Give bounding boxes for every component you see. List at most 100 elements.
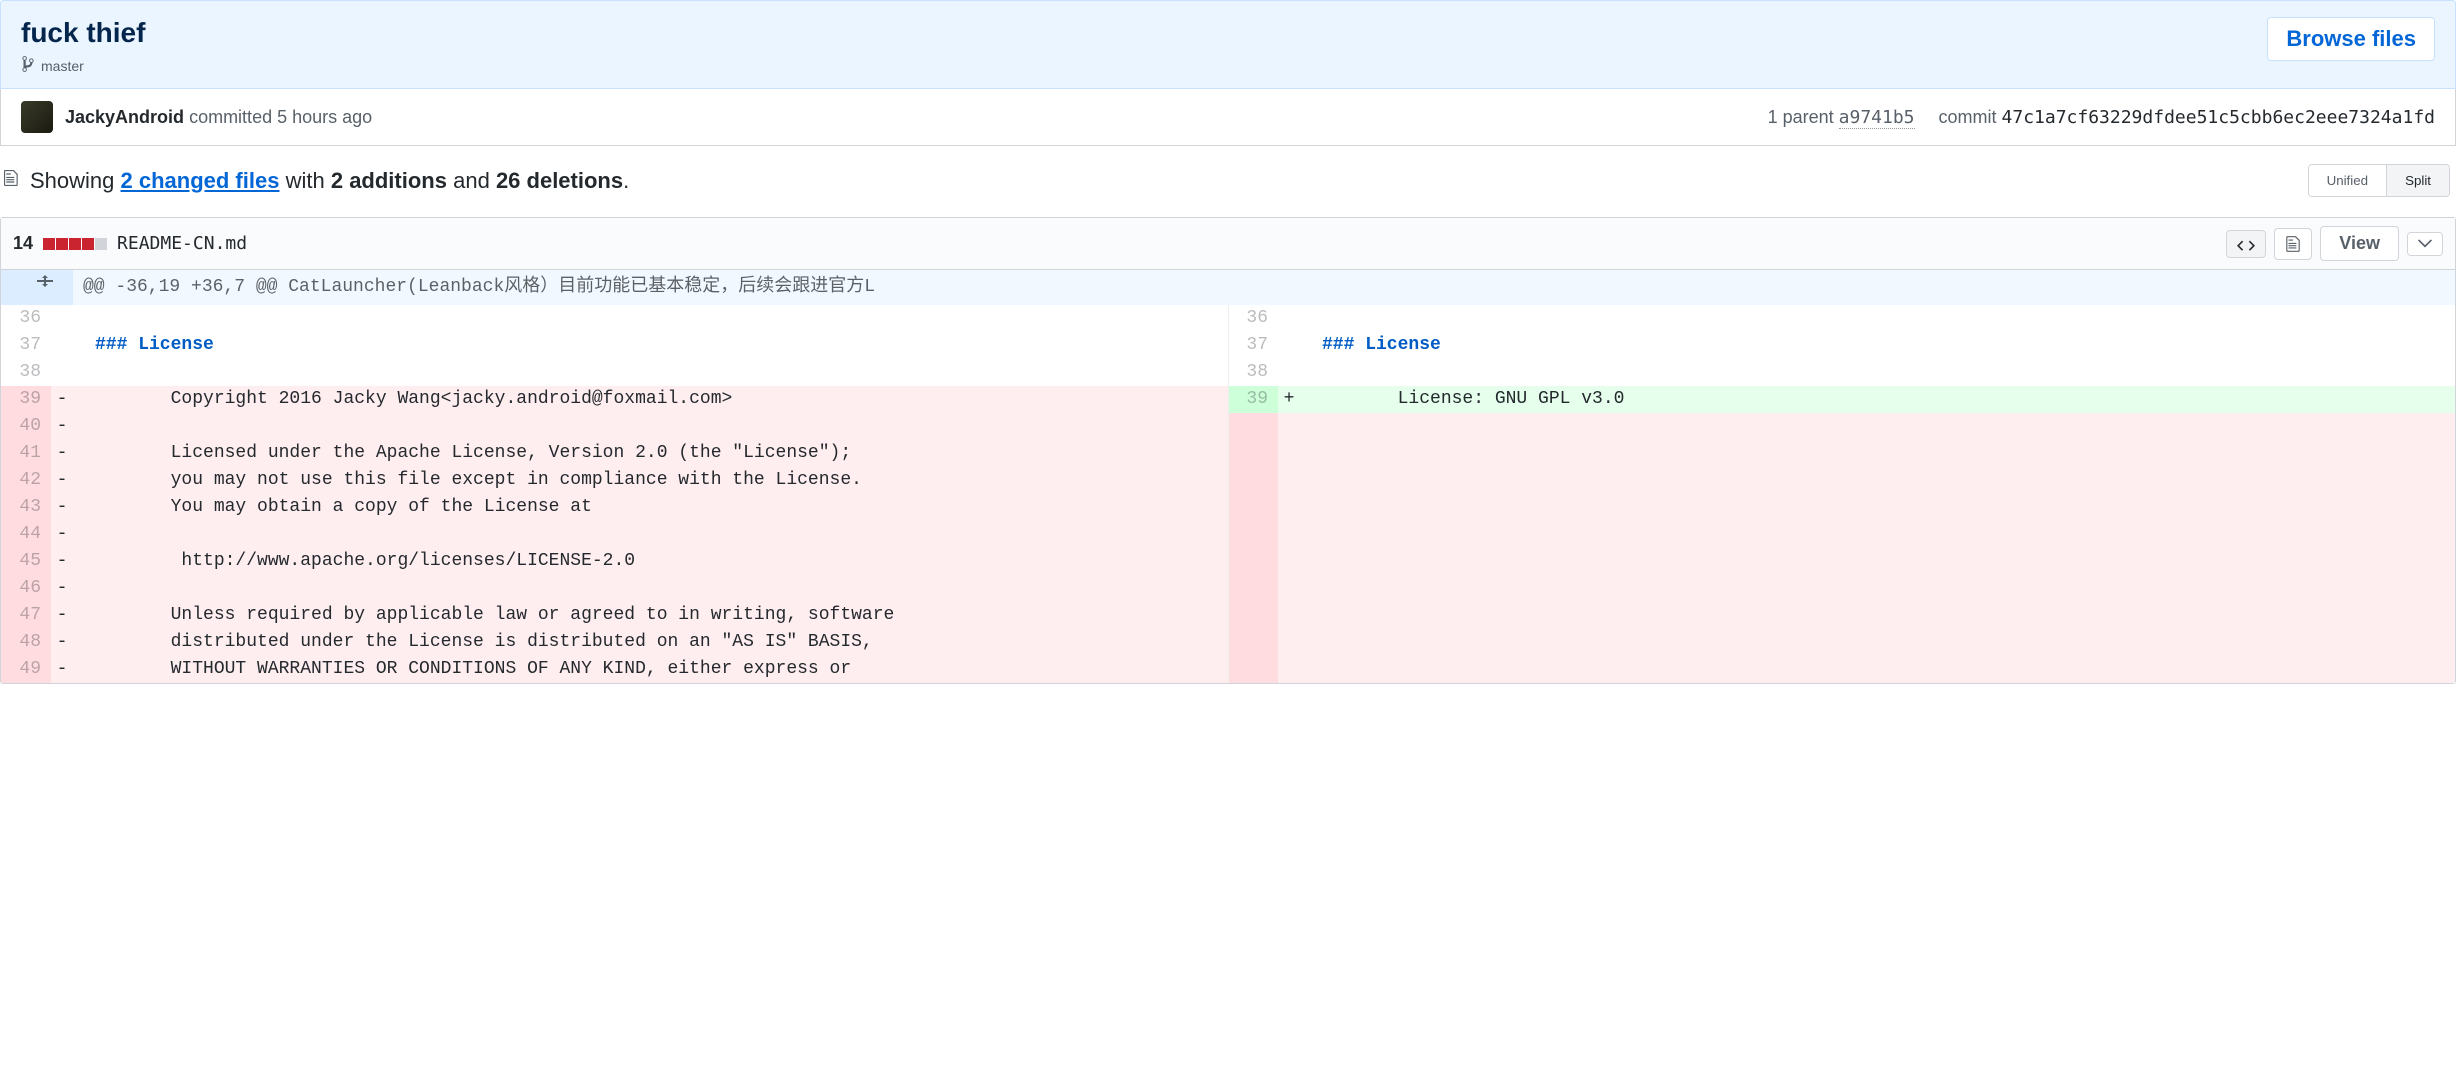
view-file-button[interactable]: View (2320, 226, 2399, 261)
diff-marker (1278, 332, 1300, 359)
hunk-header-text: @@ -36,19 +36,7 @@ CatLauncher(Leanback风… (73, 270, 2455, 305)
diff-stats-bar: Showing 2 changed files with 2 additions… (0, 146, 2456, 211)
unified-button[interactable]: Unified (2309, 165, 2387, 196)
code-line: distributed under the License is distrib… (73, 629, 1228, 656)
diff-marker: - (51, 440, 73, 467)
changed-files-link[interactable]: 2 changed files (121, 168, 280, 193)
parent-commit: 1 parent a9741b5 (1768, 107, 1915, 128)
diff-row: 40- (1, 413, 2455, 440)
commit-sha-wrap: commit 47c1a7cf63229dfdee51c5cbb6ec2eee7… (1939, 107, 2436, 128)
line-number[interactable]: 41 (1, 440, 51, 467)
line-number[interactable]: 40 (1, 413, 51, 440)
line-number[interactable]: 44 (1, 521, 51, 548)
line-number[interactable]: 45 (1, 548, 51, 575)
diff-row: 38 38 (1, 359, 2455, 386)
line-number[interactable]: 36 (1, 305, 51, 332)
line-number[interactable]: 39 (1, 386, 51, 413)
file-name[interactable]: README-CN.md (117, 233, 247, 254)
code-line (1300, 359, 2455, 386)
source-view-icon[interactable] (2226, 230, 2266, 258)
diff-marker: - (51, 602, 73, 629)
line-number[interactable]: 42 (1, 467, 51, 494)
collapse-chevron-icon[interactable] (2407, 232, 2443, 256)
diff-file-icon (4, 168, 20, 194)
diff-view-toggle: Unified Split (2308, 164, 2450, 197)
diff-marker: - (51, 494, 73, 521)
diff-marker (51, 332, 73, 359)
diff-stat-blocks (43, 238, 107, 250)
diff-marker: - (51, 386, 73, 413)
diff-row: 37### License37### License (1, 332, 2455, 359)
committed-time: committed 5 hours ago (189, 107, 372, 127)
file-diff-box: 14 README-CN.md View (0, 217, 2456, 684)
code-line (73, 521, 1228, 548)
code-line: Unless required by applicable law or agr… (73, 602, 1228, 629)
author-bar: JackyAndroid committed 5 hours ago 1 par… (0, 89, 2456, 146)
avatar[interactable] (21, 101, 53, 133)
file-change-count: 14 (13, 233, 33, 254)
commit-title: fuck thief (21, 17, 145, 49)
line-number[interactable]: 38 (1, 359, 51, 386)
diff-marker (1278, 359, 1300, 386)
diff-row: 36 36 (1, 305, 2455, 332)
line-number[interactable]: 48 (1, 629, 51, 656)
line-number[interactable]: 47 (1, 602, 51, 629)
diff-marker (51, 359, 73, 386)
code-line: you may not use this file except in comp… (73, 467, 1228, 494)
code-line (73, 575, 1228, 602)
diff-row: 49- WITHOUT WARRANTIES OR CONDITIONS OF … (1, 656, 2455, 683)
line-number[interactable]: 49 (1, 656, 51, 683)
commit-header: fuck thief master Browse files (0, 0, 2456, 89)
browse-files-button[interactable]: Browse files (2267, 17, 2435, 61)
diff-marker: - (51, 467, 73, 494)
line-number[interactable]: 46 (1, 575, 51, 602)
diff-marker (51, 305, 73, 332)
diff-marker: - (51, 521, 73, 548)
commit-sha: 47c1a7cf63229dfdee51c5cbb6ec2eee7324a1fd (2002, 107, 2435, 128)
code-line (1300, 305, 2455, 332)
code-line (73, 359, 1228, 386)
diff-row: 45- http://www.apache.org/licenses/LICEN… (1, 548, 2455, 575)
rendered-view-icon[interactable] (2274, 228, 2312, 260)
hunk-header-row: @@ -36,19 +36,7 @@ CatLauncher(Leanback风… (1, 270, 2455, 305)
code-line (73, 413, 1228, 440)
branch-row: master (21, 55, 145, 76)
line-number[interactable]: 37 (1228, 332, 1278, 359)
line-number[interactable]: 39 (1228, 386, 1278, 413)
code-line: Copyright 2016 Jacky Wang<jacky.android@… (73, 386, 1228, 413)
branch-name[interactable]: master (41, 58, 84, 74)
diff-row: 48- distributed under the License is dis… (1, 629, 2455, 656)
line-number[interactable]: 37 (1, 332, 51, 359)
expand-icon[interactable] (27, 270, 63, 301)
line-number[interactable]: 36 (1228, 305, 1278, 332)
diff-marker: - (51, 548, 73, 575)
diff-marker: - (51, 656, 73, 683)
split-button[interactable]: Split (2386, 165, 2449, 196)
author-name[interactable]: JackyAndroid (65, 107, 184, 127)
code-line: ### License (73, 332, 1228, 359)
file-header: 14 README-CN.md View (1, 218, 2455, 270)
parent-sha-link[interactable]: a9741b5 (1839, 107, 1915, 129)
diff-row: 46- (1, 575, 2455, 602)
diff-row: 44- (1, 521, 2455, 548)
code-line: WITHOUT WARRANTIES OR CONDITIONS OF ANY … (73, 656, 1228, 683)
code-line (73, 305, 1228, 332)
diff-table: @@ -36,19 +36,7 @@ CatLauncher(Leanback风… (1, 270, 2455, 683)
git-branch-icon (21, 55, 35, 76)
diff-marker (1278, 305, 1300, 332)
additions-count: 2 additions (331, 168, 447, 193)
diff-row: 42- you may not use this file except in … (1, 467, 2455, 494)
line-number[interactable]: 43 (1, 494, 51, 521)
diff-row: 47- Unless required by applicable law or… (1, 602, 2455, 629)
code-line: ### License (1300, 332, 2455, 359)
diff-marker: - (51, 629, 73, 656)
diff-marker: - (51, 413, 73, 440)
code-line: You may obtain a copy of the License at (73, 494, 1228, 521)
diff-row: 43- You may obtain a copy of the License… (1, 494, 2455, 521)
diff-marker: - (51, 575, 73, 602)
diff-row: 39- Copyright 2016 Jacky Wang<jacky.andr… (1, 386, 2455, 413)
code-line: http://www.apache.org/licenses/LICENSE-2… (73, 548, 1228, 575)
line-number[interactable]: 38 (1228, 359, 1278, 386)
code-line: Licensed under the Apache License, Versi… (73, 440, 1228, 467)
deletions-count: 26 deletions (496, 168, 623, 193)
